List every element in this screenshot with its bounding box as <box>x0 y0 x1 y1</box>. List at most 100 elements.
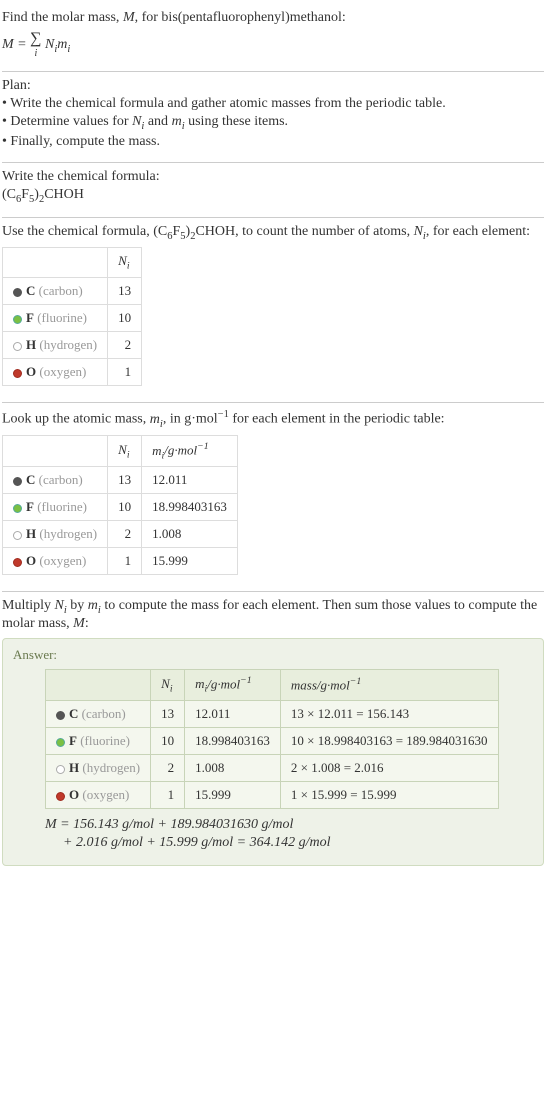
element-cell: O (oxygen) <box>3 548 108 575</box>
mi-value: 12.011 <box>185 701 281 728</box>
fluorine-dot-icon <box>13 504 22 513</box>
ni-value: 1 <box>108 358 142 385</box>
mass-section: Look up the atomic mass, mi, in g·mol−1 … <box>2 403 544 592</box>
oxygen-dot-icon <box>13 369 22 378</box>
table-row: O (oxygen) 1 15.999 1 × 15.999 = 15.999 <box>46 782 499 809</box>
element-name: (hydrogen) <box>39 337 97 352</box>
ni-value: 2 <box>151 755 185 782</box>
plan-bullet-3: • Finally, compute the mass. <box>2 134 544 150</box>
element-cell: F (fluorine) <box>3 494 108 521</box>
element-cell: F (fluorine) <box>46 728 151 755</box>
element-symbol: C <box>69 706 78 721</box>
element-name: (fluorine) <box>80 733 130 748</box>
element-name: (carbon) <box>39 283 83 298</box>
table-row: C (carbon) 13 12.011 13 × 12.011 = 156.1… <box>46 701 499 728</box>
mass-table: Ni mi/g·mol−1 C (carbon) 13 12.011 F (fl… <box>2 435 238 575</box>
ni-value: 2 <box>108 521 142 548</box>
table-row: F (fluorine) 10 <box>3 304 142 331</box>
count-title: Use the chemical formula, (C6F5)2CHOH, t… <box>2 224 544 242</box>
mass-calc: 1 × 15.999 = 15.999 <box>280 782 498 809</box>
mi-value: 1.008 <box>142 521 238 548</box>
table-row: C (carbon) 13 <box>3 277 142 304</box>
ni-value: 1 <box>151 782 185 809</box>
final-eq-1: M = 156.143 g/mol + 189.984031630 g/mol <box>13 815 533 833</box>
mass-calc: 10 × 18.998403163 = 189.984031630 <box>280 728 498 755</box>
mi-header: mi/g·mol−1 <box>185 670 281 701</box>
table-row: F (fluorine) 10 18.998403163 <box>3 494 238 521</box>
blank-header <box>3 436 108 467</box>
answer-section: Multiply Ni by mi to compute the mass fo… <box>2 592 544 876</box>
oxygen-dot-icon <box>56 792 65 801</box>
ni-value: 10 <box>108 494 142 521</box>
element-cell: C (carbon) <box>3 277 108 304</box>
fluorine-dot-icon <box>56 738 65 747</box>
element-symbol: H <box>26 526 36 541</box>
table-row: O (oxygen) 1 <box>3 358 142 385</box>
chemical-formula: (C6F5)2CHOH <box>2 187 544 205</box>
element-name: (hydrogen) <box>82 760 140 775</box>
element-name: (hydrogen) <box>39 526 97 541</box>
hydrogen-dot-icon <box>56 765 65 774</box>
table-row: H (hydrogen) 2 <box>3 331 142 358</box>
element-cell: H (hydrogen) <box>3 521 108 548</box>
mi-value: 1.008 <box>185 755 281 782</box>
mi-value: 18.998403163 <box>185 728 281 755</box>
count-section: Use the chemical formula, (C6F5)2CHOH, t… <box>2 218 544 403</box>
element-cell: H (hydrogen) <box>3 331 108 358</box>
element-symbol: O <box>26 364 36 379</box>
mass-title: Look up the atomic mass, mi, in g·mol−1 … <box>2 409 544 429</box>
element-cell: F (fluorine) <box>3 304 108 331</box>
answer-label: Answer: <box>13 647 533 663</box>
element-name: (oxygen) <box>82 787 129 802</box>
element-name: (fluorine) <box>37 499 87 514</box>
intro-line: Find the molar mass, M, for bis(pentaflu… <box>2 10 544 26</box>
oxygen-dot-icon <box>13 558 22 567</box>
ni-value: 13 <box>108 277 142 304</box>
element-name: (carbon) <box>39 472 83 487</box>
ni-value: 10 <box>108 304 142 331</box>
element-cell: O (oxygen) <box>46 782 151 809</box>
element-symbol: F <box>69 733 77 748</box>
element-name: (fluorine) <box>37 310 87 325</box>
table-row: C (carbon) 13 12.011 <box>3 467 238 494</box>
hydrogen-dot-icon <box>13 531 22 540</box>
table-row: H (hydrogen) 2 1.008 <box>3 521 238 548</box>
element-symbol: O <box>26 553 36 568</box>
element-symbol: O <box>69 787 79 802</box>
element-name: (carbon) <box>82 706 126 721</box>
count-table: Ni C (carbon) 13 F (fluorine) 10 H (hydr… <box>2 247 142 386</box>
element-symbol: C <box>26 472 35 487</box>
mi-value: 15.999 <box>185 782 281 809</box>
ni-value: 2 <box>108 331 142 358</box>
fluorine-dot-icon <box>13 315 22 324</box>
element-name: (oxygen) <box>39 364 86 379</box>
mass-calc: 2 × 1.008 = 2.016 <box>280 755 498 782</box>
mi-value: 12.011 <box>142 467 238 494</box>
formula-title: Write the chemical formula: <box>2 169 544 185</box>
element-symbol: F <box>26 310 34 325</box>
ni-value: 1 <box>108 548 142 575</box>
element-cell: C (carbon) <box>46 701 151 728</box>
element-cell: O (oxygen) <box>3 358 108 385</box>
element-cell: H (hydrogen) <box>46 755 151 782</box>
plan-bullet-2: • Determine values for Ni and mi using t… <box>2 114 544 132</box>
mass-header: mass/g·mol−1 <box>280 670 498 701</box>
carbon-dot-icon <box>13 288 22 297</box>
element-symbol: F <box>26 499 34 514</box>
final-eq-2: + 2.016 g/mol + 15.999 g/mol = 364.142 g… <box>13 833 533 851</box>
answer-box: Answer: Ni mi/g·mol−1 mass/g·mol−1 C (ca… <box>2 638 544 866</box>
ni-value: 10 <box>151 728 185 755</box>
plan-title: Plan: <box>2 78 544 94</box>
mass-calc: 13 × 12.011 = 156.143 <box>280 701 498 728</box>
element-cell: C (carbon) <box>3 467 108 494</box>
mi-header: mi/g·mol−1 <box>142 436 238 467</box>
ni-value: 13 <box>108 467 142 494</box>
ni-header: Ni <box>151 670 185 701</box>
plan-section: Plan: • Write the chemical formula and g… <box>2 72 544 163</box>
table-row: O (oxygen) 1 15.999 <box>3 548 238 575</box>
blank-header <box>46 670 151 701</box>
table-row: F (fluorine) 10 18.998403163 10 × 18.998… <box>46 728 499 755</box>
intro-equation: M = ∑i Nimi <box>2 28 544 61</box>
element-name: (oxygen) <box>39 553 86 568</box>
ni-header: Ni <box>108 436 142 467</box>
